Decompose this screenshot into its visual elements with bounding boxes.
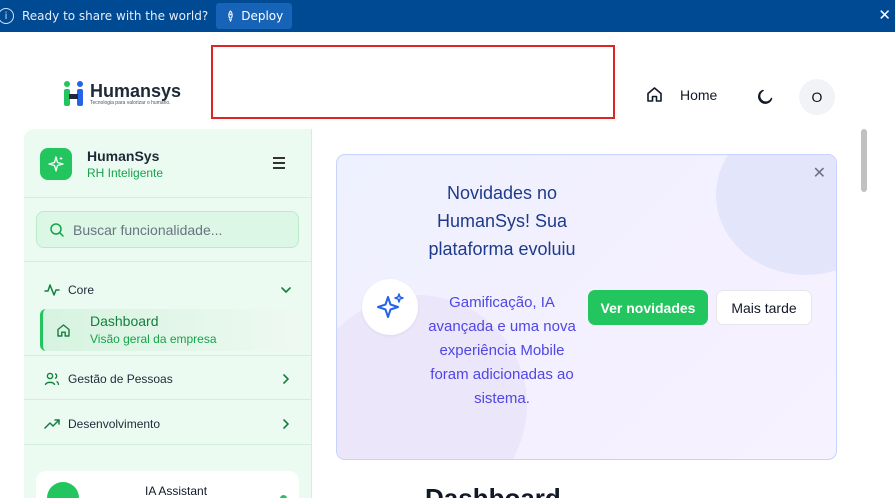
logo-mark-icon: [62, 80, 86, 108]
scrollbar-thumb[interactable]: [861, 129, 867, 192]
trending-up-icon: [44, 419, 60, 429]
home-label: Home: [680, 86, 718, 103]
ia-assistant-label: IA Assistant: [145, 484, 208, 498]
user-avatar[interactable]: O: [799, 79, 835, 115]
divider: [24, 355, 311, 356]
activity-icon: [44, 284, 60, 296]
nav-group-label: Desenvolvimento: [68, 417, 161, 431]
app-subtitle: RH Inteligente: [87, 166, 164, 180]
sidebar-item-dashboard[interactable]: Dashboard Visão geral da empresa: [40, 309, 302, 351]
moon-icon: [758, 89, 773, 104]
sparkles-icon: [362, 279, 418, 335]
ver-novidades-button[interactable]: Ver novidades: [588, 290, 708, 325]
divider: [24, 261, 311, 262]
search-field[interactable]: [36, 211, 299, 248]
logo-name: Humansys: [90, 80, 182, 101]
home-nav-link[interactable]: Home: [646, 86, 717, 103]
search-icon: [50, 222, 64, 237]
mais-tarde-button[interactable]: Mais tarde: [716, 290, 812, 325]
close-icon[interactable]: ✕: [878, 6, 891, 24]
bot-icon: [47, 482, 79, 498]
banner-title: Novidades no HumanSys! Sua plataforma ev…: [428, 183, 576, 259]
sidebar: HumanSys RH Inteligente Core Dashboard V…: [24, 129, 312, 498]
page-title: Dashboard: [425, 483, 561, 498]
divider: [24, 197, 311, 198]
users-icon: [44, 372, 60, 386]
theme-toggle[interactable]: [756, 88, 774, 111]
chevron-right-icon: [283, 419, 289, 429]
nav-group-gestao-de-pessoas[interactable]: Gestão de Pessoas: [44, 371, 292, 387]
nav-group-label: Gestão de Pessoas: [68, 372, 173, 386]
highlight-box: [211, 45, 615, 119]
sidebar-item-label: Dashboard: [90, 313, 159, 329]
banner-description: Gamificação, IA avançada e uma nova expe…: [428, 294, 576, 407]
ia-assistant-card[interactable]: IA Assistant: [36, 471, 299, 498]
home-icon: [647, 87, 662, 102]
news-banner: ✕ Novidades no HumanSys! Sua plataforma …: [336, 154, 837, 460]
menu-icon[interactable]: [273, 157, 285, 172]
deploy-message: Ready to share with the world?: [22, 9, 209, 23]
chevron-down-icon: [281, 287, 291, 293]
deploy-label: Deploy: [241, 9, 284, 23]
divider: [24, 444, 311, 445]
nav-group-label: Core: [68, 283, 95, 297]
deploy-button[interactable]: Deploy: [216, 3, 293, 29]
logo-tagline: Tecnologia para valorizar o humano.: [90, 99, 171, 106]
nav-group-core[interactable]: Core: [44, 282, 292, 298]
rocket-icon: [228, 10, 233, 22]
search-input[interactable]: [73, 221, 273, 238]
sparkles-icon: [40, 148, 72, 180]
app-name: HumanSys: [87, 148, 160, 164]
divider: [24, 399, 311, 400]
nav-group-desenvolvimento[interactable]: Desenvolvimento: [44, 416, 292, 432]
home-icon: [57, 324, 70, 337]
humansys-logo[interactable]: Humansys Tecnologia para valorizar o hum…: [62, 80, 181, 108]
info-icon: i: [0, 8, 14, 24]
deploy-bar: i Ready to share with the world? Deploy …: [0, 0, 895, 32]
sidebar-item-subtitle: Visão geral da empresa: [90, 332, 217, 346]
close-icon[interactable]: ✕: [813, 163, 826, 182]
chevron-right-icon: [283, 374, 289, 384]
